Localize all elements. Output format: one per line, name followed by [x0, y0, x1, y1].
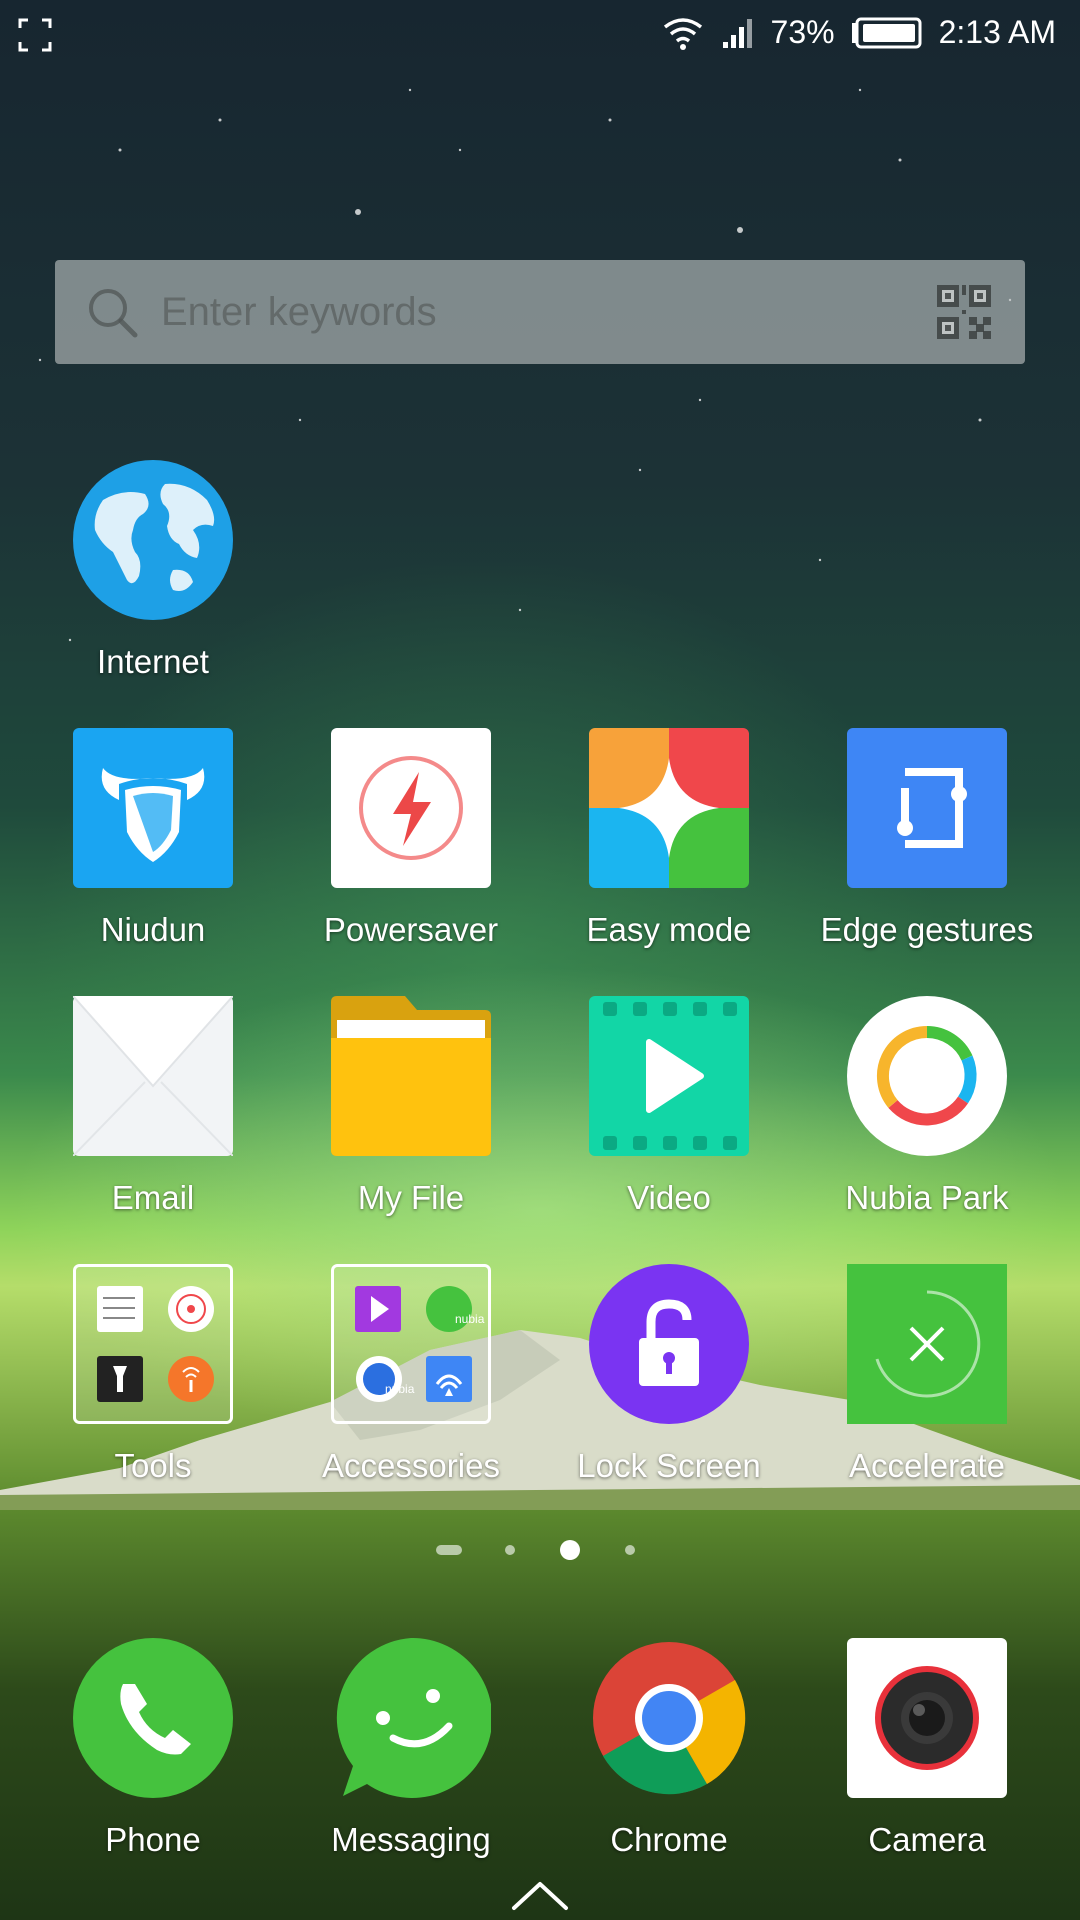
status-bar: 73% 2:13 AM	[0, 0, 1080, 80]
chrome-icon	[593, 1642, 746, 1795]
app-label: Camera	[868, 1821, 986, 1858]
app-label: Edge gestures	[820, 911, 1034, 948]
dock-camera[interactable]: Camera	[802, 1638, 1052, 1859]
accessories-folder-icon	[331, 1264, 491, 1424]
clock: 2:13 AM	[938, 14, 1056, 50]
nubia-badge-text: nubia	[455, 1312, 485, 1326]
page-dot-home	[436, 1545, 462, 1555]
film-play-icon	[589, 996, 749, 1156]
app-label: Lock Screen	[577, 1447, 761, 1484]
search-icon	[89, 289, 138, 338]
wifi-icon	[663, 17, 702, 50]
tools-folder-icon	[73, 1264, 233, 1424]
battery-icon	[851, 17, 922, 48]
phone-icon	[73, 1638, 233, 1798]
search-bar[interactable]: Enter keywords	[55, 260, 1025, 364]
app-label: Phone	[105, 1821, 201, 1858]
edge-gesture-icon	[847, 728, 1007, 888]
app-label: Email	[111, 1179, 195, 1216]
app-powersaver[interactable]: Powersaver	[286, 728, 536, 949]
nubia-park-icon	[847, 996, 1007, 1156]
app-label: Accessories	[322, 1447, 500, 1484]
search-placeholder: Enter keywords	[161, 289, 437, 334]
app-label: Easy mode	[586, 911, 752, 948]
app-label: Chrome	[610, 1821, 728, 1858]
lightning-icon	[331, 728, 491, 888]
app-nubia-park[interactable]: Nubia Park	[802, 996, 1052, 1217]
app-label: Niudun	[100, 911, 206, 948]
app-label: My File	[357, 1179, 465, 1216]
qr-code-icon[interactable]	[935, 283, 993, 341]
page-dot	[625, 1545, 635, 1555]
easy-mode-icon	[589, 728, 749, 888]
battery-percent: 73%	[770, 14, 835, 50]
screenshot-icon[interactable]	[18, 18, 52, 52]
app-internet[interactable]: Internet	[28, 460, 278, 681]
app-video[interactable]: Video	[544, 996, 794, 1217]
app-label: Tools	[114, 1447, 192, 1484]
app-label: Internet	[97, 643, 209, 680]
app-label: Video	[627, 1179, 711, 1216]
app-label: Accelerate	[849, 1447, 1005, 1484]
globe-icon	[73, 460, 233, 620]
app-edge-gestures[interactable]: Edge gestures	[802, 728, 1052, 949]
page-indicator[interactable]	[0, 1538, 1080, 1562]
nubia-badge-text-2: nubia	[385, 1382, 415, 1396]
page-dot-current	[560, 1540, 580, 1560]
signal-icon	[722, 18, 752, 48]
app-email[interactable]: Email	[28, 995, 278, 1217]
app-my-file[interactable]: My File	[286, 996, 536, 1217]
chevron-up-icon[interactable]	[510, 1878, 570, 1912]
app-niudun[interactable]: Niudun	[28, 728, 278, 949]
app-label: Powersaver	[323, 911, 499, 948]
app-accelerate[interactable]: Accelerate	[802, 1264, 1052, 1485]
folder-accessories[interactable]: nubia nubia Accessories	[286, 1264, 536, 1485]
dock-chrome[interactable]: Chrome	[544, 1638, 794, 1859]
folder-icon	[331, 996, 491, 1156]
dock-phone[interactable]: Phone	[28, 1638, 278, 1859]
message-smile-icon	[336, 1637, 493, 1798]
envelope-icon	[72, 995, 234, 1157]
dock-messaging[interactable]: Messaging	[286, 1637, 536, 1859]
camera-lens-icon	[847, 1638, 1007, 1798]
padlock-icon	[589, 1264, 749, 1424]
accelerate-icon	[847, 1264, 1007, 1424]
page-dot	[505, 1545, 515, 1555]
app-easy-mode[interactable]: Easy mode	[544, 728, 794, 949]
app-lock-screen[interactable]: Lock Screen	[544, 1264, 794, 1485]
app-label: Nubia Park	[845, 1179, 1009, 1216]
app-label: Messaging	[331, 1821, 491, 1858]
shield-bull-icon	[73, 728, 233, 888]
folder-tools[interactable]: Tools	[28, 1264, 278, 1485]
